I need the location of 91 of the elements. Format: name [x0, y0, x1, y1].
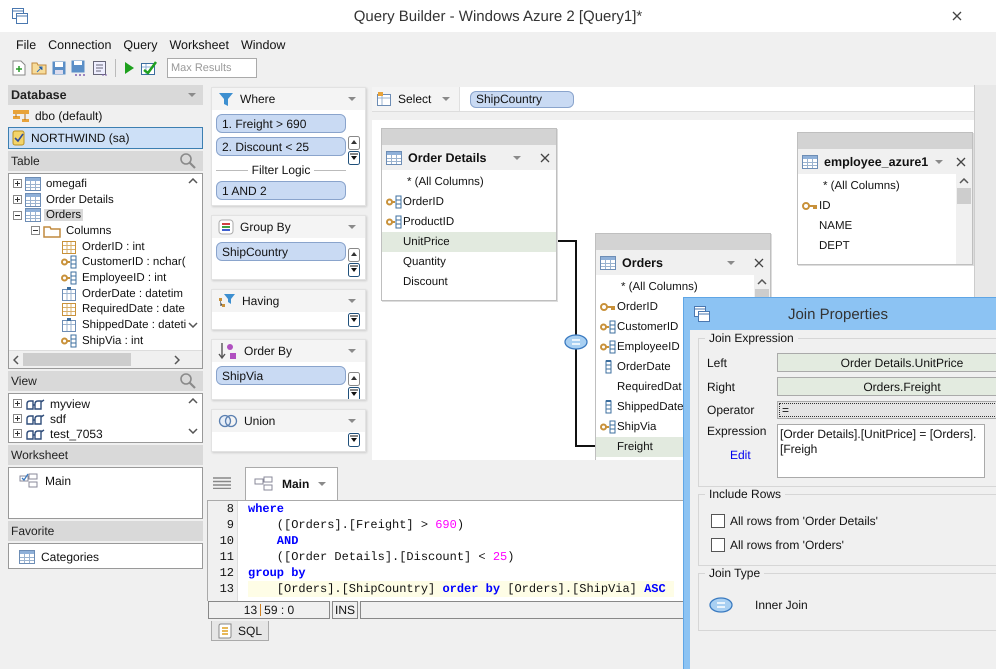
operator-dropdown[interactable]: =: [777, 401, 996, 419]
dialog-title: Join Properties: [788, 306, 888, 322]
sheet-item[interactable]: Main: [19, 472, 202, 490]
column-row[interactable]: DEPT: [798, 236, 956, 256]
field-label: Right: [707, 380, 736, 394]
tree-item[interactable]: Orders: [44, 209, 84, 222]
code-line: group by: [248, 565, 307, 581]
view-item[interactable]: myview: [48, 396, 92, 410]
field-label: Expression: [707, 424, 768, 438]
max-results-field[interactable]: Max Results: [167, 58, 257, 78]
sql-tab[interactable]: SQL: [211, 621, 269, 641]
checkbox-label: All rows from 'Orders': [730, 538, 844, 552]
table-name: Order Details: [408, 150, 488, 164]
left-field: Order Details.UnitPrice: [777, 353, 996, 372]
line-number: 13: [218, 581, 234, 597]
column-row[interactable]: Discount: [382, 272, 556, 292]
expression-field[interactable]: [Order Details].[UnitPrice] = [Orders].[Freigh: [777, 424, 985, 478]
clause-chip[interactable]: ShipCountry: [216, 242, 346, 261]
view-item[interactable]: sdf: [48, 412, 68, 426]
code-line: ([Order Details].[Discount] < 25): [276, 549, 516, 565]
tree-item[interactable]: omegafi: [44, 178, 89, 190]
checkbox-label: All rows from 'Order Details': [730, 514, 878, 528]
clause-chip[interactable]: 1. Freight > 690: [216, 114, 346, 133]
table-name: employee_azure1: [824, 154, 928, 168]
select-dropdown[interactable]: Select: [372, 87, 460, 111]
line-number: 12: [218, 565, 234, 581]
menu-item[interactable]: Query: [117, 38, 164, 52]
column-row[interactable]: OrderID: [382, 192, 556, 212]
panel-title: Worksheet: [11, 448, 68, 462]
column-row[interactable]: UnitPrice: [382, 232, 556, 252]
field-label: Left: [707, 356, 728, 370]
tree-item[interactable]: Order Details: [44, 194, 116, 206]
clause-title: Union: [244, 414, 276, 428]
column-row[interactable]: * (All Columns): [382, 172, 556, 192]
field-label: Operator: [707, 403, 756, 417]
filter-logic-chip[interactable]: 1 AND 2: [216, 181, 346, 200]
clause-title: Order By: [244, 344, 294, 358]
line-number: 10: [218, 533, 234, 549]
column-row[interactable]: NAME: [798, 216, 956, 236]
table-box[interactable]: employee_azure1 * (All Columns) ID NAME DEPT: [797, 132, 973, 265]
code-line: where: [248, 501, 286, 517]
panel-title: View: [11, 374, 37, 388]
right-field: Orders.Freight: [777, 377, 996, 396]
join-type-label: Inner Join: [755, 598, 808, 612]
column-row[interactable]: ProductID: [382, 212, 556, 232]
clause-title: Where: [240, 92, 276, 106]
menu-item[interactable]: Window: [234, 38, 292, 52]
group-title: Include Rows: [705, 487, 786, 501]
clause-title: Group By: [240, 220, 292, 234]
code-line: AND: [276, 533, 300, 549]
line-text: 13: [244, 603, 258, 617]
worksheet-tab[interactable]: Main: [245, 467, 338, 500]
panel-title: Favorite: [11, 524, 54, 538]
menu-item[interactable]: File: [10, 38, 42, 52]
clause-chip[interactable]: ShipVia: [216, 366, 346, 385]
group-title: Join Expression: [705, 331, 798, 345]
window-title: Query Builder - Windows Azure 2 [Query1]*: [354, 8, 642, 24]
code-line: ([Orders].[Freight] > 690): [276, 517, 466, 533]
column-row[interactable]: ID: [798, 196, 956, 216]
column-text: 59 : 0: [264, 603, 294, 617]
table-box[interactable]: Order Details * (All Columns) OrderID ProductID UnitPrice Quantity Discount: [381, 128, 557, 301]
filter-logic-label: Filter Logic: [252, 163, 310, 177]
table-name: Orders: [622, 256, 664, 270]
column-row[interactable]: * (All Columns): [798, 176, 956, 196]
tree-item[interactable]: OrderDate : datetim: [80, 288, 185, 300]
tree-item[interactable]: RequiredDate : date: [80, 303, 187, 316]
column-row[interactable]: OrderID: [596, 297, 754, 317]
column-row[interactable]: * (All Columns): [596, 277, 754, 297]
tree-item[interactable]: Columns: [64, 224, 114, 237]
clause-title: Having: [242, 294, 280, 308]
tree-item[interactable]: CustomerID : nchar(: [80, 256, 188, 268]
panel-title: Table: [11, 154, 40, 168]
panel-title: Database: [11, 88, 67, 102]
line-number: 8: [226, 501, 234, 517]
tree-item[interactable]: OrderID : int: [80, 240, 147, 253]
line-number: 11: [218, 549, 234, 565]
insert-mode-cell: INS: [332, 601, 358, 619]
tree-item[interactable]: ShippedDate : dateti: [80, 319, 188, 332]
database-item[interactable]: NORTHWIND (sa): [8, 127, 203, 149]
favorite-item[interactable]: Categories: [19, 548, 202, 566]
line-number: 9: [226, 517, 234, 533]
clause-chip[interactable]: 2. Discount < 25: [216, 137, 346, 156]
view-item[interactable]: test_7053: [48, 426, 105, 440]
database-item[interactable]: dbo (default): [8, 105, 203, 127]
menu-item[interactable]: Connection: [42, 38, 118, 52]
group-title: Join Type: [705, 566, 764, 580]
tree-item[interactable]: EmployeeID : int: [80, 272, 168, 284]
tree-item[interactable]: ShipVia : int: [80, 334, 146, 347]
column-row[interactable]: Quantity: [382, 252, 556, 272]
menu-item[interactable]: Worksheet: [163, 38, 235, 52]
select-chip[interactable]: ShipCountry: [470, 90, 574, 108]
